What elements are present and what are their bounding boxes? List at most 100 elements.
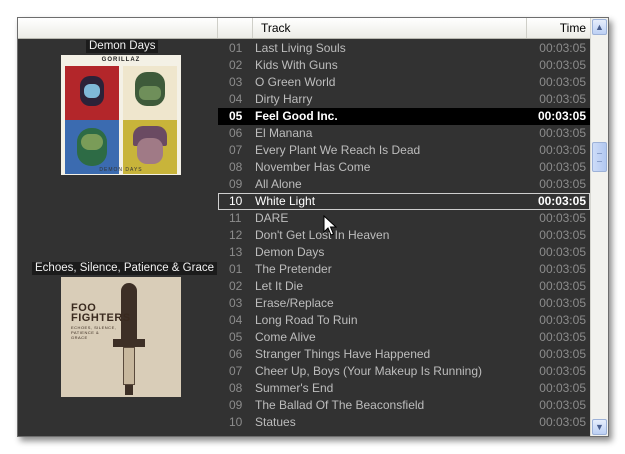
track-title: Kids With Guns bbox=[255, 58, 338, 72]
track-duration: 00:03:05 bbox=[539, 126, 586, 140]
track-row[interactable]: 02 Let It Die 00:03:05 bbox=[218, 278, 590, 295]
header-art-column[interactable] bbox=[18, 18, 218, 38]
track-title: Every Plant We Reach Is Dead bbox=[255, 143, 421, 157]
track-number: 02 bbox=[229, 58, 243, 72]
track-row-playing[interactable]: 05 Feel Good Inc. 00:03:05 bbox=[218, 108, 590, 125]
vertical-scrollbar[interactable]: ▲ ▼ bbox=[590, 18, 608, 436]
track-row[interactable]: 04 Dirty Harry 00:03:05 bbox=[218, 91, 590, 108]
track-number: 01 bbox=[229, 41, 243, 55]
track-row[interactable]: 03 O Green World 00:03:05 bbox=[218, 74, 590, 91]
track-duration: 00:03:05 bbox=[539, 143, 586, 157]
track-title: Cheer Up, Boys (Your Makeup Is Running) bbox=[255, 364, 483, 378]
cover-logo-text: GORILLAZ bbox=[101, 57, 141, 63]
track-title: Feel Good Inc. bbox=[255, 109, 338, 123]
track-duration: 00:03:05 bbox=[539, 41, 586, 55]
track-duration: 00:03:05 bbox=[539, 279, 586, 293]
track-row[interactable]: 09 All Alone 00:03:05 bbox=[218, 176, 590, 193]
track-row[interactable]: 01 Last Living Souls 00:03:05 bbox=[218, 40, 590, 57]
track-duration: 00:03:05 bbox=[537, 109, 586, 123]
track-number: 03 bbox=[229, 75, 243, 89]
track-row[interactable]: 09 The Ballad Of The Beaconsfield 00:03:05 bbox=[218, 397, 590, 414]
track-title: White Light bbox=[255, 194, 316, 208]
track-title: The Pretender bbox=[255, 262, 332, 276]
track-duration: 00:03:05 bbox=[539, 211, 586, 225]
track-row[interactable]: 02 Kids With Guns 00:03:05 bbox=[218, 57, 590, 74]
track-duration: 00:03:05 bbox=[537, 194, 586, 208]
scroll-up-button[interactable]: ▲ bbox=[592, 19, 607, 35]
track-row[interactable]: 06 Stranger Things Have Happened 00:03:05 bbox=[218, 346, 590, 363]
track-number: 10 bbox=[229, 194, 243, 208]
track-row[interactable]: 13 Demon Days 00:03:05 bbox=[218, 244, 590, 261]
track-number: 04 bbox=[229, 313, 243, 327]
album-cover-demon-days[interactable]: GORILLAZ DEMON DAYS bbox=[61, 55, 181, 175]
track-title: O Green World bbox=[255, 75, 336, 89]
track-duration: 00:03:05 bbox=[539, 92, 586, 106]
track-title: All Alone bbox=[255, 177, 302, 191]
track-title: Statues bbox=[255, 415, 296, 429]
track-number: 09 bbox=[229, 398, 243, 412]
track-title: Let It Die bbox=[255, 279, 304, 293]
column-header: Track Time bbox=[18, 18, 590, 39]
track-row[interactable]: 04 Long Road To Ruin 00:03:05 bbox=[218, 312, 590, 329]
track-number: 02 bbox=[229, 279, 243, 293]
track-row-focused[interactable]: 10 White Light 00:03:05 bbox=[218, 193, 590, 210]
track-number: 04 bbox=[229, 92, 243, 106]
scroll-down-button[interactable]: ▼ bbox=[592, 419, 607, 435]
track-list: 01 Last Living Souls 00:03:05 02 Kids With G… bbox=[218, 39, 590, 436]
track-number: 07 bbox=[229, 143, 243, 157]
track-number: 08 bbox=[229, 381, 243, 395]
track-title: El Manana bbox=[255, 126, 313, 140]
track-duration: 00:03:05 bbox=[539, 330, 586, 344]
track-row[interactable]: 07 Every Plant We Reach Is Dead 00:03:05 bbox=[218, 142, 590, 159]
album-cover-echoes[interactable]: FOO FIGHTERS ECHOES, SILENCE, PATIENCE &… bbox=[61, 277, 181, 397]
scroll-thumb[interactable] bbox=[592, 142, 607, 172]
track-number: 09 bbox=[229, 177, 243, 191]
track-number: 05 bbox=[229, 109, 243, 123]
track-row[interactable]: 11 DARE 00:03:05 bbox=[218, 210, 590, 227]
track-title: Erase/Replace bbox=[255, 296, 334, 310]
cover-band-text: FOO FIGHTERS bbox=[71, 302, 131, 324]
track-number: 10 bbox=[229, 415, 243, 429]
track-row[interactable]: 07 Cheer Up, Boys (Your Makeup Is Running… bbox=[218, 363, 590, 380]
header-time-column[interactable]: Time bbox=[527, 18, 590, 38]
album-title-demon-days: Demon Days bbox=[86, 40, 159, 53]
track-row[interactable]: 08 November Has Come 00:03:05 bbox=[218, 159, 590, 176]
cover-portrait-3 bbox=[65, 120, 119, 174]
cover-portrait-1 bbox=[65, 66, 119, 120]
track-title: Last Living Souls bbox=[255, 41, 346, 55]
track-number: 03 bbox=[229, 296, 243, 310]
track-number: 08 bbox=[229, 160, 243, 174]
track-duration: 00:03:05 bbox=[539, 364, 586, 378]
track-title: Stranger Things Have Happened bbox=[255, 347, 431, 361]
track-row[interactable]: 01 The Pretender 00:03:05 bbox=[218, 261, 590, 278]
track-row[interactable]: 03 Erase/Replace 00:03:05 bbox=[218, 295, 590, 312]
track-row[interactable]: 10 Statues 00:03:05 bbox=[218, 414, 590, 431]
track-duration: 00:03:05 bbox=[539, 347, 586, 361]
track-duration: 00:03:05 bbox=[539, 415, 586, 429]
track-number: 01 bbox=[229, 262, 243, 276]
track-duration: 00:03:05 bbox=[539, 296, 586, 310]
track-row[interactable]: 08 Summer's End 00:03:05 bbox=[218, 380, 590, 397]
track-row[interactable]: 05 Come Alive 00:03:05 bbox=[218, 329, 590, 346]
playlist-window: Track Time Demon Days GORILLAZ DEMON DAY bbox=[17, 17, 609, 437]
track-number: 07 bbox=[229, 364, 243, 378]
cover-portrait-2 bbox=[123, 66, 177, 120]
track-number: 13 bbox=[229, 245, 243, 259]
header-number-column[interactable] bbox=[218, 18, 253, 38]
track-title: The Ballad Of The Beaconsfield bbox=[255, 398, 425, 412]
track-title: Dirty Harry bbox=[255, 92, 313, 106]
track-row[interactable]: 12 Don't Get Lost In Heaven 00:03:05 bbox=[218, 227, 590, 244]
track-duration: 00:03:05 bbox=[539, 177, 586, 191]
cover-portrait-4 bbox=[123, 120, 177, 174]
track-title: DARE bbox=[255, 211, 289, 225]
track-duration: 00:03:05 bbox=[539, 262, 586, 276]
track-duration: 00:03:05 bbox=[539, 245, 586, 259]
track-number: 05 bbox=[229, 330, 243, 344]
header-track-column[interactable]: Track bbox=[253, 18, 527, 38]
track-duration: 00:03:05 bbox=[539, 58, 586, 72]
track-title: Summer's End bbox=[255, 381, 334, 395]
album-title-echoes: Echoes, Silence, Patience & Grace bbox=[32, 262, 217, 275]
track-duration: 00:03:05 bbox=[539, 228, 586, 242]
track-row[interactable]: 06 El Manana 00:03:05 bbox=[218, 125, 590, 142]
track-duration: 00:03:05 bbox=[539, 398, 586, 412]
